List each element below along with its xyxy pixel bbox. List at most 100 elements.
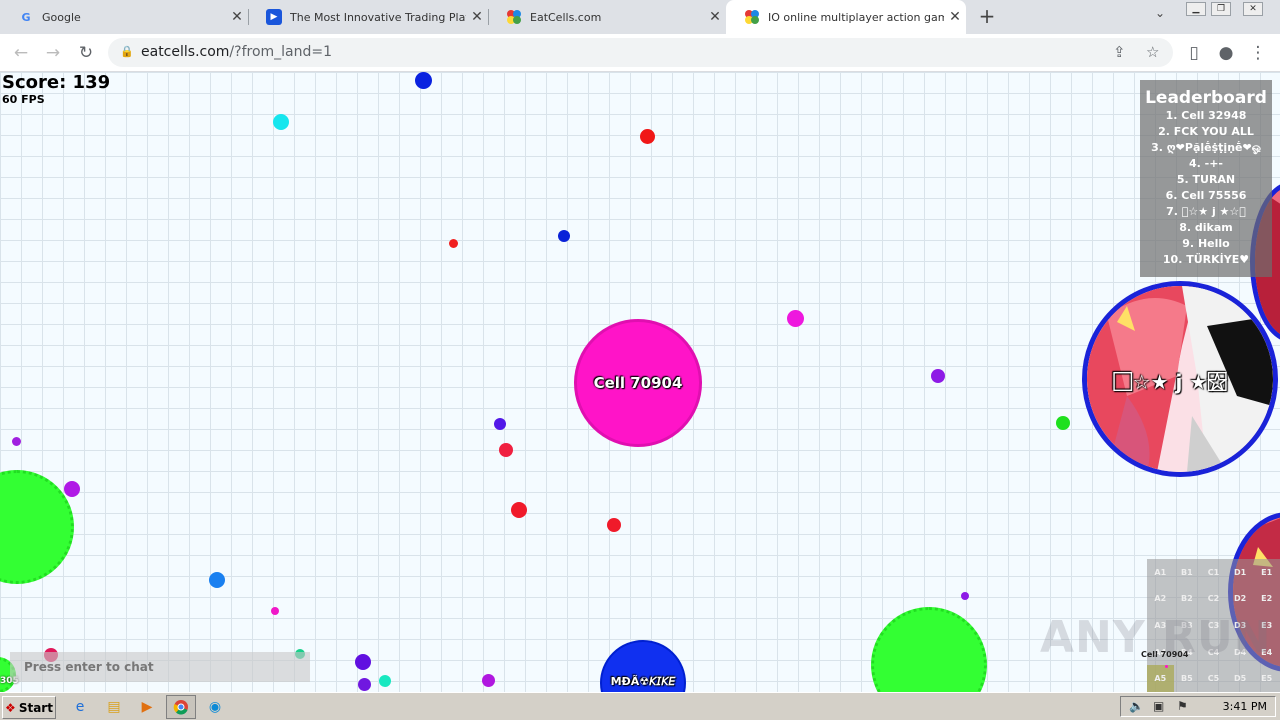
enemy-skin-name-label: ⃞☆★ j ★☆⃞: [1132, 370, 1228, 394]
minimap-sector: B5: [1181, 674, 1193, 684]
google-icon: G: [21, 10, 31, 24]
minimap-sector: D1: [1233, 567, 1247, 577]
leaderboard-entry: 9. Hello: [1182, 237, 1230, 250]
network-icon[interactable]: ▣: [1153, 699, 1164, 713]
new-tab-button[interactable]: +: [976, 5, 998, 27]
score-display: Score: 139: [2, 72, 111, 93]
enemy-name-label: MÐÃ☢𝘒𝘐𝘒𝘌: [610, 675, 676, 688]
internet-explorer-icon[interactable]: e: [70, 697, 90, 717]
player-name-label: Cell 70904: [593, 374, 683, 392]
windows-taskbar: ❖ Start e ▤ ▶ ◉ 🔈 ▣ ⚑ 3:41 PM: [0, 692, 1280, 720]
food-pellet: [961, 592, 969, 600]
minimap-sector: C5: [1207, 674, 1220, 684]
virus-spike-cell: [0, 470, 74, 584]
reload-icon[interactable]: ↻: [75, 42, 97, 64]
close-tab-icon[interactable]: ✕: [944, 9, 966, 25]
minimap-sector: E5: [1261, 674, 1273, 684]
food-pellet: [64, 481, 80, 497]
side-panel-icon[interactable]: ▯: [1183, 42, 1205, 64]
leaderboard-entry: 1. Cell 32948: [1165, 109, 1247, 122]
minimap-sector: A1: [1154, 567, 1167, 577]
food-pellet: [931, 369, 945, 383]
leaderboard-panel: Leaderboard 1. Cell 32948 2. FCK YOU ALL…: [1140, 80, 1272, 277]
minimap-sector: C1: [1207, 567, 1220, 577]
system-tray: 🔈 ▣ ⚑ 3:41 PM: [1120, 696, 1276, 717]
forward-arrow-icon[interactable]: →: [42, 42, 64, 64]
close-tab-icon[interactable]: ✕: [704, 9, 726, 25]
chat-input[interactable]: Press enter to chat: [10, 652, 310, 682]
food-pellet: [209, 572, 225, 588]
close-tab-icon[interactable]: ✕: [226, 9, 248, 25]
leaderboard-entry: 10. TÜRKİYE♥: [1162, 253, 1250, 266]
lock-icon[interactable]: 🔒: [120, 45, 134, 58]
food-pellet: [355, 654, 371, 670]
food-pellet: [379, 675, 391, 687]
player-cell: Cell 70904: [574, 319, 702, 447]
media-player-icon[interactable]: ▶: [137, 697, 157, 717]
food-pellet: [273, 114, 289, 130]
leaderboard-entry: 2. FCK YOU ALL: [1158, 125, 1254, 138]
eatcells-icon: [744, 9, 760, 25]
enemy-cell: MÐÃ☢𝘒𝘐𝘒𝘌: [600, 640, 686, 692]
enemy-skin-cell: ⃞☆★ j ★☆⃞: [1082, 281, 1278, 477]
food-pellet: [415, 72, 432, 89]
close-window-button[interactable]: ✕: [1243, 2, 1263, 16]
minimap-player-dot: [1165, 665, 1168, 668]
food-pellet: [449, 239, 458, 248]
profile-avatar-icon[interactable]: ●: [1215, 42, 1237, 64]
leaderboard-entry: 8. dikam: [1179, 221, 1233, 234]
leaderboard-entry: 6. Cell 75556: [1165, 189, 1247, 202]
food-pellet: [1056, 416, 1070, 430]
tab-trading-platform[interactable]: ▶ The Most Innovative Trading Platform ✕: [248, 0, 488, 34]
start-button[interactable]: ❖ Start: [2, 696, 56, 719]
trading-platform-icon: ▶: [266, 9, 282, 25]
minimap-sector-current: A5: [1147, 665, 1174, 692]
food-pellet: [12, 437, 21, 446]
tab-google[interactable]: G Google ✕: [0, 0, 248, 34]
url-text[interactable]: eatcells.com/?from_land=1: [141, 44, 332, 60]
food-pellet: [482, 674, 495, 687]
food-pellet: [511, 502, 527, 518]
edge-icon[interactable]: ◉: [205, 697, 225, 717]
chat-placeholder: Press enter to chat: [24, 660, 154, 674]
anyrun-watermark: ANY RUN: [1040, 612, 1272, 663]
leaderboard-entry: 4. -+-: [1188, 157, 1223, 170]
eatcells-icon: [506, 9, 522, 25]
minimap-sector: E2: [1261, 594, 1273, 604]
game-canvas[interactable]: Score: 139 60 FPS 305 Cell 70904 MÐÃ☢𝘒𝘐𝘒…: [0, 72, 1280, 692]
leaderboard-entry: 5. TURAN: [1176, 173, 1236, 186]
share-icon[interactable]: ⇪: [1113, 43, 1126, 61]
minimap-sector: D5: [1233, 674, 1247, 684]
food-pellet: [640, 129, 655, 144]
minimap-sector: B1: [1181, 567, 1193, 577]
food-pellet: [494, 418, 506, 430]
leaderboard-entry: 3. ღ❤Pặḷḗṩṭịṇḗ❤ஓ: [1151, 141, 1261, 154]
file-explorer-icon[interactable]: ▤: [104, 697, 124, 717]
food-pellet: [271, 607, 279, 615]
close-tab-icon[interactable]: ✕: [466, 9, 488, 25]
minimap-sector: A2: [1154, 594, 1167, 604]
food-pellet: [358, 678, 371, 691]
chrome-taskbar-icon[interactable]: [166, 695, 196, 719]
virus-spike-cell: [871, 607, 987, 692]
minimap-sector: D2: [1233, 594, 1247, 604]
windows-logo-icon: ❖: [5, 700, 16, 715]
minimize-window-button[interactable]: ▁: [1186, 2, 1206, 16]
bookmark-star-icon[interactable]: ☆: [1146, 43, 1159, 61]
fps-counter: 60 FPS: [2, 93, 45, 106]
food-pellet: [499, 443, 513, 457]
navigation-bar: ← → ↻ 🔒 eatcells.com/?from_land=1 ⇪ ☆ ▯ …: [0, 34, 1280, 72]
minimap-sector: E1: [1261, 567, 1273, 577]
address-bar[interactable]: 🔒 eatcells.com/?from_land=1 ⇪ ☆: [108, 38, 1173, 67]
volume-icon[interactable]: 🔈: [1129, 699, 1144, 713]
restore-window-button[interactable]: ❐: [1211, 2, 1231, 16]
back-arrow-icon[interactable]: ←: [10, 42, 32, 64]
flag-icon[interactable]: ⚑: [1177, 699, 1188, 713]
browser-menu-icon[interactable]: ⋮: [1247, 42, 1269, 64]
tab-search-chevron-icon[interactable]: ⌄: [1150, 6, 1170, 20]
tab-eatcells[interactable]: EatCells.com ✕: [488, 0, 726, 34]
tab-io-game[interactable]: IO online multiplayer action game. Sur ✕: [726, 0, 966, 34]
clock: 3:41 PM: [1222, 700, 1267, 713]
food-pellet: [558, 230, 570, 242]
tab-strip: G Google ✕ ▶ The Most Innovative Trading…: [0, 0, 1280, 34]
